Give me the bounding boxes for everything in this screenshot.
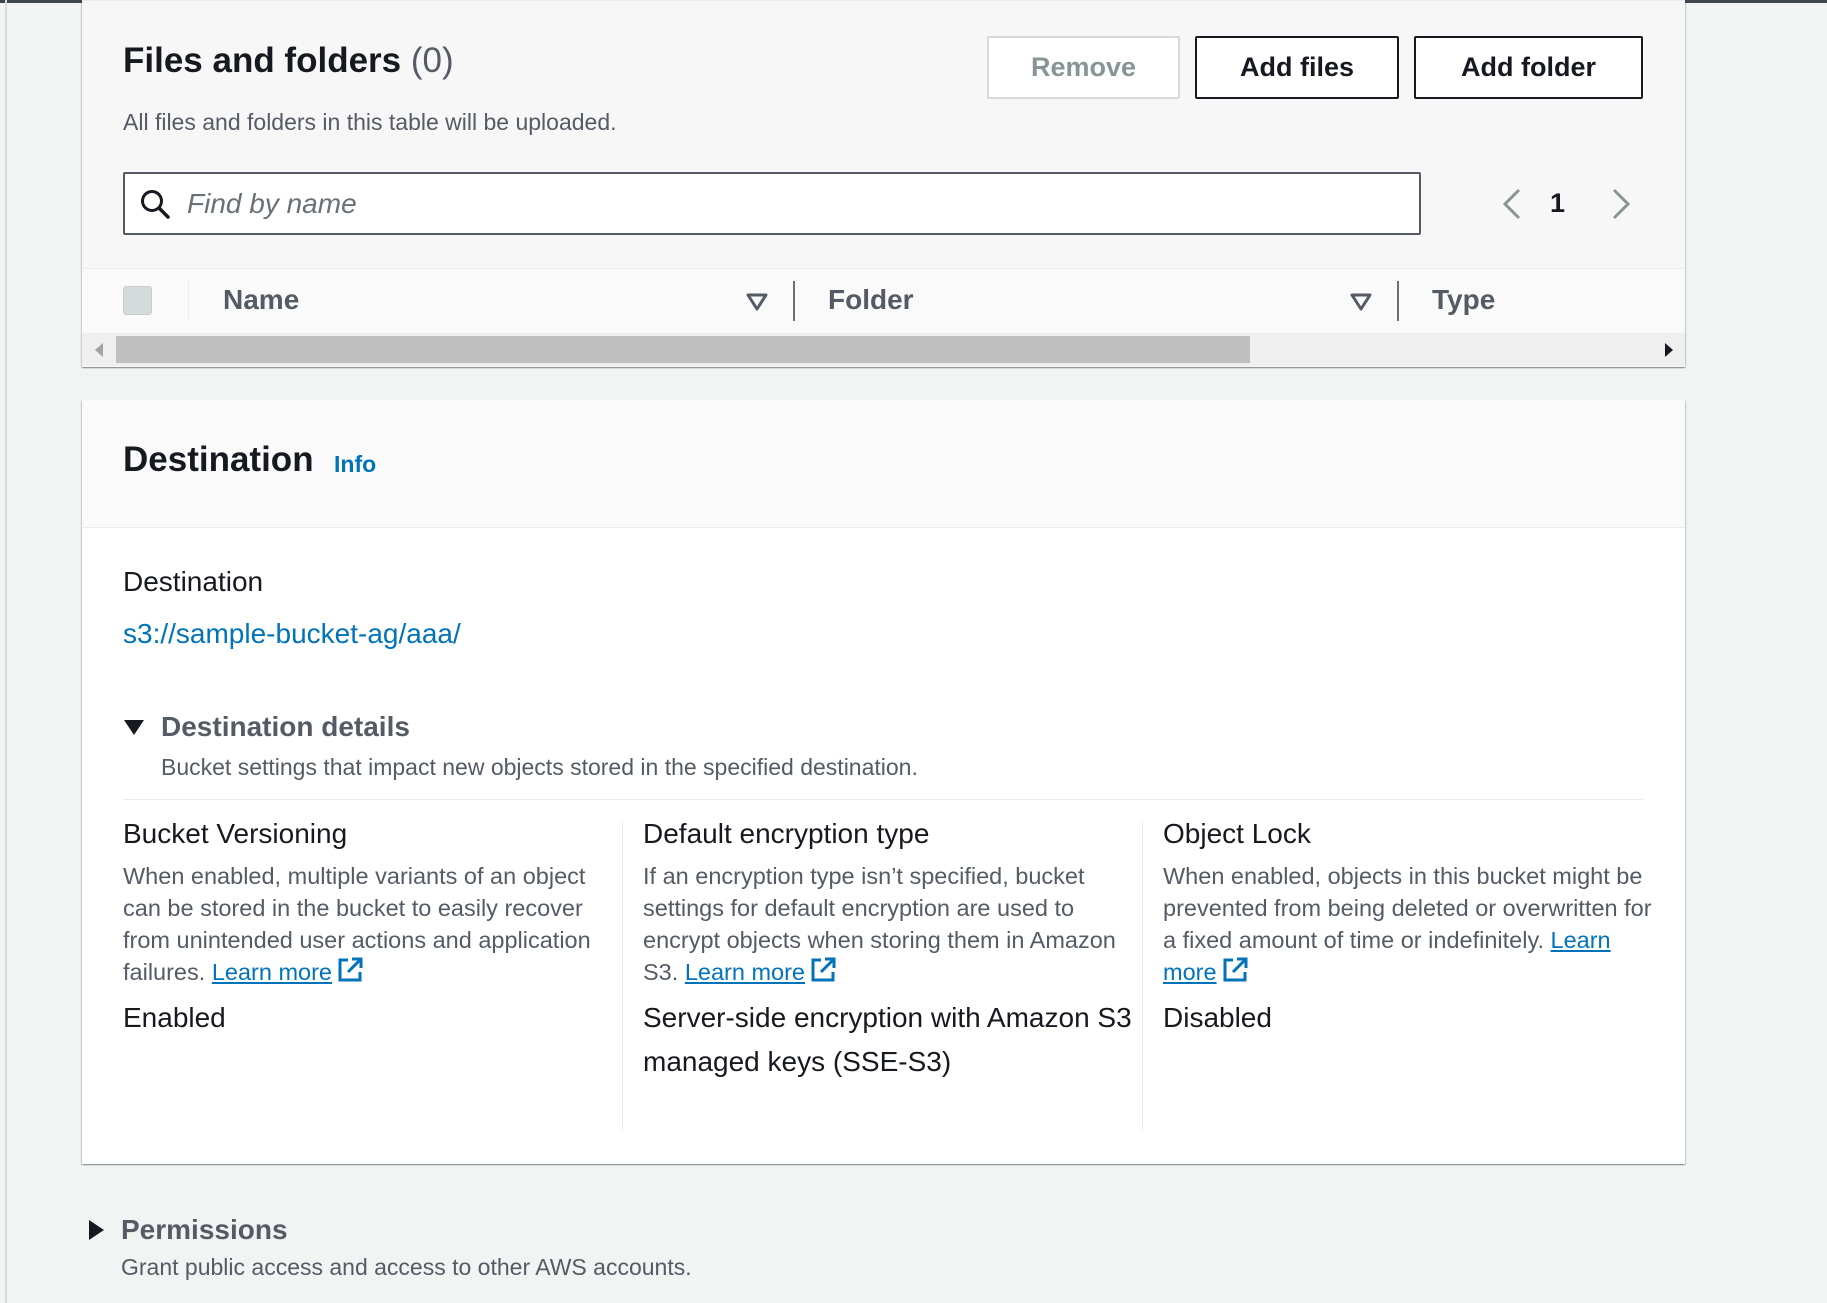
column-resizer[interactable] [793, 281, 795, 321]
bucket-versioning-section: Bucket Versioning When enabled, multiple… [123, 818, 623, 1040]
remove-button[interactable]: Remove [987, 36, 1180, 99]
files-count: (0) [410, 41, 454, 80]
caret-right-icon [89, 1220, 104, 1240]
previous-page-button[interactable] [1492, 182, 1532, 226]
permissions-title: Permissions [121, 1214, 288, 1245]
destination-details-title: Destination details [161, 711, 410, 742]
files-panel-description: All files and folders in this table will… [123, 109, 617, 135]
object-lock-description: When enabled, objects in this bucket mig… [1163, 860, 1663, 988]
default-encryption-section: Default encryption type If an encryption… [643, 818, 1143, 1084]
scroll-left-arrow-icon[interactable] [94, 343, 104, 357]
learn-more-text: Learn more [211, 959, 333, 985]
destination-title: Destination [123, 440, 314, 479]
scrollbar-thumb[interactable] [116, 336, 1250, 363]
column-divider [622, 820, 623, 1130]
scroll-right-arrow-icon[interactable] [1664, 343, 1674, 357]
learn-more-link[interactable]: Learn more [212, 959, 332, 985]
caret-down-icon [124, 720, 144, 735]
info-link[interactable]: Info [334, 451, 376, 478]
column-header-folder[interactable]: Folder [828, 284, 914, 316]
sort-caret-icon[interactable] [745, 291, 769, 313]
sort-caret-icon[interactable] [1349, 291, 1373, 313]
bucket-versioning-description: When enabled, multiple variants of an ob… [123, 860, 623, 988]
column-header-type[interactable]: Type [1432, 284, 1495, 316]
column-header-name[interactable]: Name [223, 284, 299, 316]
search-box[interactable] [123, 172, 1421, 235]
destination-label: Destination [123, 566, 264, 597]
horizontal-scrollbar[interactable] [82, 333, 1685, 366]
files-and-folders-panel: Files and folders (0) All files and fold… [82, 0, 1685, 367]
search-icon [141, 190, 170, 219]
bucket-versioning-title: Bucket Versioning [123, 818, 348, 849]
destination-panel-header: Destination Info [82, 400, 1685, 528]
chevron-left-icon [1502, 188, 1521, 220]
destination-details-description: Bucket settings that impact new objects … [161, 754, 918, 780]
destination-s3-link[interactable]: s3://sample-bucket-ag/aaa/ [123, 618, 461, 650]
learn-more-text: Learn more [684, 959, 805, 985]
files-panel-title: Files and folders (0) [123, 41, 454, 81]
destination-details-toggle[interactable]: Destination details [123, 711, 410, 743]
search-input[interactable] [187, 183, 1387, 225]
external-link-icon[interactable] [809, 956, 837, 984]
chevron-right-icon [1612, 188, 1631, 220]
permissions-description: Grant public access and access to other … [121, 1254, 692, 1280]
default-encryption-value: Server-side encryption with Amazon S3 ma… [643, 1002, 1132, 1077]
add-folder-button[interactable]: Add folder [1414, 36, 1643, 99]
next-page-button[interactable] [1601, 182, 1641, 226]
left-border [5, 0, 7, 1303]
learn-more-link[interactable]: Learn more [685, 959, 805, 985]
column-resizer[interactable] [1397, 281, 1399, 321]
current-page-number[interactable]: 1 [1550, 188, 1565, 219]
external-link-icon[interactable] [336, 956, 364, 984]
default-encryption-title: Default encryption type [643, 818, 930, 849]
column-divider [1142, 820, 1143, 1130]
column-separator [188, 281, 189, 321]
object-lock-value: Disabled [1163, 1002, 1272, 1033]
default-encryption-description: If an encryption type isn’t specified, b… [643, 860, 1143, 988]
files-panel-title-text: Files and folders [123, 41, 402, 80]
permissions-toggle[interactable]: Permissions [87, 1214, 288, 1246]
external-link-icon[interactable] [1221, 956, 1249, 984]
add-files-button[interactable]: Add files [1195, 36, 1399, 99]
destination-panel: Destination Info Destination s3://sample… [82, 400, 1685, 1164]
object-lock-title: Object Lock [1163, 818, 1311, 849]
bucket-versioning-value: Enabled [123, 1002, 226, 1033]
divider [123, 799, 1643, 800]
select-all-checkbox[interactable] [123, 286, 152, 315]
object-lock-section: Object Lock When enabled, objects in thi… [1163, 818, 1663, 1040]
table-header: Name Folder Type [82, 268, 1685, 332]
